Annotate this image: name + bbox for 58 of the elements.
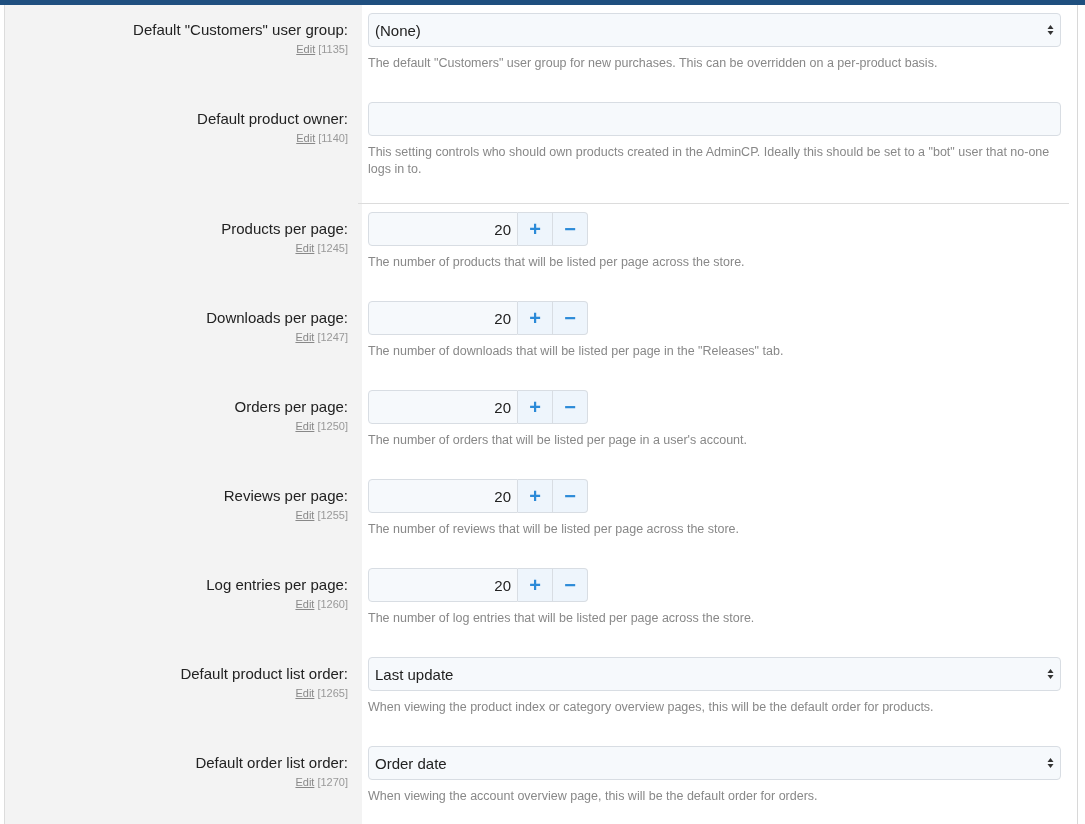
edit-link[interactable]: Edit <box>295 241 315 255</box>
setting-hint: The default "Customers" user group for new purchases. This can be overridden on a per-product basis. <box>368 55 939 72</box>
decrement-button[interactable]: − <box>553 479 588 513</box>
setting-hint: When viewing the product index or category overview pages, this will be the default order for products. <box>368 699 935 716</box>
setting-id: [1140] <box>318 131 348 145</box>
setting-hint: The number of orders that will be listed per page in a user's account. <box>368 432 748 449</box>
setting-id: [1135] <box>318 42 348 56</box>
setting-hint: The number of products that will be listed per page across the store. <box>368 254 746 271</box>
edit-link[interactable]: Edit <box>296 131 316 145</box>
setting-hint: This setting controls who should own products created in the AdminCP. Ideally this should be set to a "bot" user that no-one logs in to. <box>368 144 1051 178</box>
setting-label: Downloads per page: <box>206 309 348 327</box>
select-field[interactable]: (None) <box>368 13 1061 47</box>
number-field[interactable]: 20 <box>368 479 518 513</box>
edit-link[interactable]: Edit <box>295 508 315 522</box>
edit-link[interactable]: Edit <box>295 775 315 789</box>
edit-link[interactable]: Edit <box>296 42 316 56</box>
setting-label: Orders per page: <box>234 398 348 416</box>
setting-hint: When viewing the account overview page, this will be the default order for orders. <box>368 788 819 805</box>
setting-hint: The number of log entries that will be listed per page across the store. <box>368 610 756 627</box>
setting-id: [1260] <box>317 597 348 611</box>
decrement-button[interactable]: − <box>553 390 588 424</box>
number-field[interactable]: 20 <box>368 212 518 246</box>
decrement-button[interactable]: − <box>553 301 588 335</box>
select-field[interactable]: Order date <box>368 746 1061 780</box>
increment-button[interactable]: + <box>518 568 553 602</box>
number-field[interactable]: 20 <box>368 390 518 424</box>
updown-icon <box>1047 668 1054 680</box>
setting-id: [1255] <box>317 508 348 522</box>
edit-link[interactable]: Edit <box>295 686 315 700</box>
input-field[interactable] <box>368 102 1061 136</box>
increment-button[interactable]: + <box>518 390 553 424</box>
edit-link[interactable]: Edit <box>295 330 315 344</box>
updown-icon <box>1047 757 1054 769</box>
updown-icon <box>1047 24 1054 36</box>
setting-label: Default order list order: <box>195 754 348 772</box>
decrement-button[interactable]: − <box>553 568 588 602</box>
number-field[interactable]: 20 <box>368 568 518 602</box>
setting-label: Default product list order: <box>180 665 348 683</box>
setting-label: Default product owner: <box>197 110 348 128</box>
setting-label: Products per page: <box>221 220 348 238</box>
increment-button[interactable]: + <box>518 301 553 335</box>
setting-hint: The number of reviews that will be listed per page across the store. <box>368 521 740 538</box>
edit-link[interactable]: Edit <box>295 597 315 611</box>
setting-hint: The number of downloads that will be listed per page in the "Releases" tab. <box>368 343 785 360</box>
increment-button[interactable]: + <box>518 479 553 513</box>
select-field[interactable]: Last update <box>368 657 1061 691</box>
number-field[interactable]: 20 <box>368 301 518 335</box>
setting-label: Default "Customers" user group: <box>133 21 348 39</box>
edit-link[interactable]: Edit <box>295 419 315 433</box>
setting-id: [1245] <box>317 241 348 255</box>
setting-label: Reviews per page: <box>223 487 348 505</box>
decrement-button[interactable]: − <box>553 212 588 246</box>
increment-button[interactable]: + <box>518 212 553 246</box>
setting-label: Log entries per page: <box>206 576 348 594</box>
setting-id: [1265] <box>317 686 348 700</box>
setting-id: [1250] <box>317 419 348 433</box>
setting-id: [1247] <box>317 330 348 344</box>
setting-id: [1270] <box>317 775 348 789</box>
